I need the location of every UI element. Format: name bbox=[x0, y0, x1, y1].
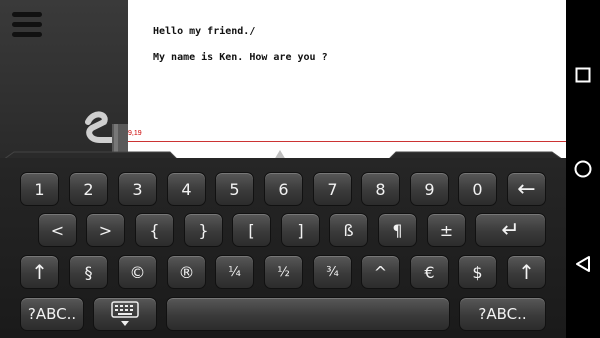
system-navigation-bar bbox=[566, 0, 600, 338]
left-pane bbox=[0, 0, 128, 158]
shift-right-key[interactable]: ↑ bbox=[507, 255, 546, 289]
key-open-bracket[interactable]: [ bbox=[232, 213, 271, 247]
backspace-key[interactable]: ← bbox=[507, 172, 546, 206]
key-less-than[interactable]: < bbox=[38, 213, 77, 247]
key-section[interactable]: § bbox=[69, 255, 108, 289]
key-8[interactable]: 8 bbox=[361, 172, 400, 206]
key-dollar[interactable]: $ bbox=[458, 255, 497, 289]
shift-left-key[interactable]: ↑ bbox=[20, 255, 59, 289]
key-5[interactable]: 5 bbox=[215, 172, 254, 206]
paper-sheet[interactable]: Hello my friend./ My name is Ken. How ar… bbox=[128, 0, 566, 158]
abc-switch-right-key[interactable]: ?ABC.. bbox=[459, 297, 546, 331]
key-0[interactable]: 0 bbox=[458, 172, 497, 206]
typing-guide-line bbox=[128, 141, 566, 142]
key-greater-than[interactable]: > bbox=[86, 213, 125, 247]
typewriter-app: Hello my friend./ My name is Ken. How ar… bbox=[0, 0, 566, 338]
key-pilcrow[interactable]: ¶ bbox=[378, 213, 417, 247]
key-one-half[interactable]: ½ bbox=[264, 255, 303, 289]
cursor-position: 9,19 bbox=[128, 130, 142, 137]
key-close-brace[interactable]: } bbox=[184, 213, 223, 247]
keyboard-icon bbox=[111, 301, 139, 326]
back-icon[interactable] bbox=[575, 255, 591, 273]
menu-icon[interactable] bbox=[12, 12, 42, 42]
key-6[interactable]: 6 bbox=[264, 172, 303, 206]
recent-apps-icon[interactable] bbox=[575, 67, 591, 83]
key-3[interactable]: 3 bbox=[118, 172, 157, 206]
key-eszett[interactable]: ß bbox=[329, 213, 368, 247]
key-4[interactable]: 4 bbox=[167, 172, 206, 206]
key-9[interactable]: 9 bbox=[410, 172, 449, 206]
key-close-bracket[interactable]: ] bbox=[281, 213, 320, 247]
abc-switch-left-key[interactable]: ?ABC.. bbox=[20, 297, 84, 331]
key-copyright[interactable]: © bbox=[118, 255, 157, 289]
key-open-brace[interactable]: { bbox=[135, 213, 174, 247]
key-euro[interactable]: € bbox=[410, 255, 449, 289]
enter-key[interactable]: ↵ bbox=[475, 213, 546, 247]
key-7[interactable]: 7 bbox=[313, 172, 352, 206]
key-plus-minus[interactable]: ± bbox=[427, 213, 466, 247]
text-line: Hello my friend./ bbox=[153, 26, 256, 37]
key-one-quarter[interactable]: ¼ bbox=[215, 255, 254, 289]
key-registered[interactable]: ® bbox=[167, 255, 206, 289]
key-caret[interactable]: ^ bbox=[361, 255, 400, 289]
keyboard: 1 2 3 4 5 6 7 8 9 0 ← < > { } [ ] ß ¶ ± … bbox=[0, 158, 566, 338]
keyboard-hide-key[interactable] bbox=[93, 297, 157, 331]
text-line: My name is Ken. How are you ? bbox=[153, 52, 328, 63]
space-key[interactable] bbox=[166, 297, 450, 331]
key-2[interactable]: 2 bbox=[69, 172, 108, 206]
key-1[interactable]: 1 bbox=[20, 172, 59, 206]
home-icon[interactable] bbox=[574, 160, 592, 178]
key-three-quarters[interactable]: ¾ bbox=[313, 255, 352, 289]
